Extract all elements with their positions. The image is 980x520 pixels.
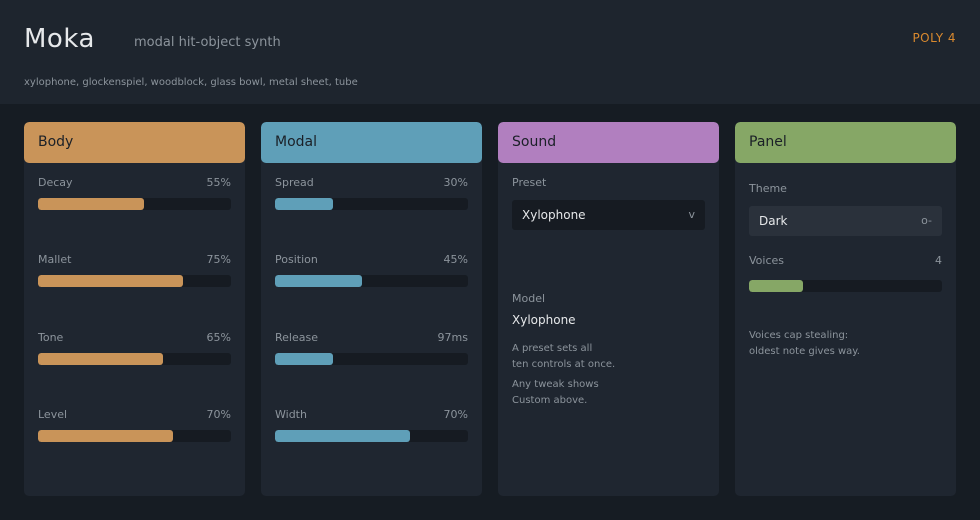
theme-label: Theme — [749, 182, 787, 195]
slider-label: Mallet — [38, 253, 72, 266]
slider-value: 70% — [206, 408, 231, 421]
model-value: Xylophone — [512, 313, 576, 327]
sound-panel: Sound Preset Xylophone v Model Xylophone… — [498, 122, 719, 496]
poly-badge: POLY 4 — [912, 31, 956, 45]
instrument-list: xylophone, glockenspiel, woodblock, glas… — [24, 77, 358, 88]
mallet-slider[interactable]: Mallet 75% — [38, 253, 231, 293]
slider-value: 45% — [443, 253, 468, 266]
slider-value: 30% — [443, 176, 468, 189]
modal-panel: Modal Spread 30% Position 45% Release 97… — [261, 122, 482, 496]
voices-help-text: Voices cap stealing: oldest note gives w… — [749, 328, 860, 360]
width-slider[interactable]: Width 70% — [275, 408, 468, 448]
spread-slider[interactable]: Spread 30% — [275, 176, 468, 216]
modal-panel-title: Modal — [275, 134, 317, 150]
slider-label: Voices — [749, 254, 785, 267]
toggle-icon: o- — [921, 214, 932, 227]
slider-fill — [275, 275, 362, 287]
model-label: Model — [512, 292, 546, 305]
slider-label: Position — [275, 253, 318, 266]
slider-label: Decay — [38, 176, 73, 189]
slider-value: 75% — [206, 253, 231, 266]
release-slider[interactable]: Release 97ms — [275, 331, 468, 371]
modal-panel-header: Modal — [261, 122, 482, 163]
preset-select[interactable]: Xylophone v — [512, 200, 705, 230]
body-panel: Body Decay 55% Mallet 75% Tone 65% Level… — [24, 122, 245, 496]
slider-track[interactable] — [275, 353, 468, 365]
body-panel-title: Body — [38, 134, 74, 150]
slider-fill — [38, 430, 174, 442]
tweak-help-line: Any tweak shows — [512, 379, 599, 390]
body-panel-header: Body — [24, 122, 245, 163]
panel-settings-title: Panel — [749, 134, 787, 150]
preset-label: Preset — [512, 176, 547, 189]
slider-label: Release — [275, 331, 318, 344]
slider-fill — [749, 280, 804, 292]
slider-track[interactable] — [749, 280, 942, 292]
slider-value: 70% — [443, 408, 468, 421]
slider-label: Level — [38, 408, 68, 421]
slider-fill — [275, 198, 333, 210]
slider-track[interactable] — [275, 430, 468, 442]
slider-value: 4 — [935, 254, 942, 267]
slider-fill — [38, 198, 145, 210]
slider-track[interactable] — [38, 275, 231, 287]
sound-panel-header: Sound — [498, 122, 719, 163]
position-slider[interactable]: Position 45% — [275, 253, 468, 293]
header-bar: Moka modal hit-object synth POLY 4 xylop… — [0, 0, 980, 104]
voices-slider[interactable]: Voices 4 — [749, 254, 942, 294]
preset-help-line: A preset sets all — [512, 343, 593, 354]
voices-help-line: oldest note gives way. — [749, 346, 860, 357]
slider-label: Tone — [38, 331, 64, 344]
slider-track[interactable] — [38, 198, 231, 210]
panel-settings: Panel Theme Dark o- Voices 4 Voices cap … — [735, 122, 956, 496]
tweak-help-line: Custom above. — [512, 395, 588, 406]
level-slider[interactable]: Level 70% — [38, 408, 231, 448]
slider-fill — [275, 430, 411, 442]
decay-slider[interactable]: Decay 55% — [38, 176, 231, 216]
slider-fill — [38, 353, 164, 365]
chevron-down-icon: v — [688, 208, 695, 221]
panel-settings-header: Panel — [735, 122, 956, 163]
tweak-help-text: Any tweak shows Custom above. — [512, 377, 599, 409]
slider-fill — [275, 353, 333, 365]
slider-track[interactable] — [38, 430, 231, 442]
preset-select-value: Xylophone — [522, 208, 586, 222]
preset-help-line: ten controls at once. — [512, 359, 616, 370]
sound-panel-title: Sound — [512, 134, 557, 150]
theme-toggle[interactable]: Dark o- — [749, 206, 942, 236]
slider-value: 97ms — [437, 331, 468, 344]
slider-value: 55% — [206, 176, 231, 189]
voices-help-line: Voices cap stealing: — [749, 330, 849, 341]
slider-track[interactable] — [275, 275, 468, 287]
slider-track[interactable] — [275, 198, 468, 210]
theme-value: Dark — [759, 214, 788, 228]
slider-value: 65% — [206, 331, 231, 344]
slider-fill — [38, 275, 183, 287]
slider-label: Spread — [275, 176, 314, 189]
slider-label: Width — [275, 408, 307, 421]
app-title: Moka — [24, 24, 95, 54]
preset-help-text: A preset sets all ten controls at once. — [512, 341, 615, 373]
tone-slider[interactable]: Tone 65% — [38, 331, 231, 371]
slider-track[interactable] — [38, 353, 231, 365]
app-subtitle: modal hit-object synth — [134, 35, 281, 50]
